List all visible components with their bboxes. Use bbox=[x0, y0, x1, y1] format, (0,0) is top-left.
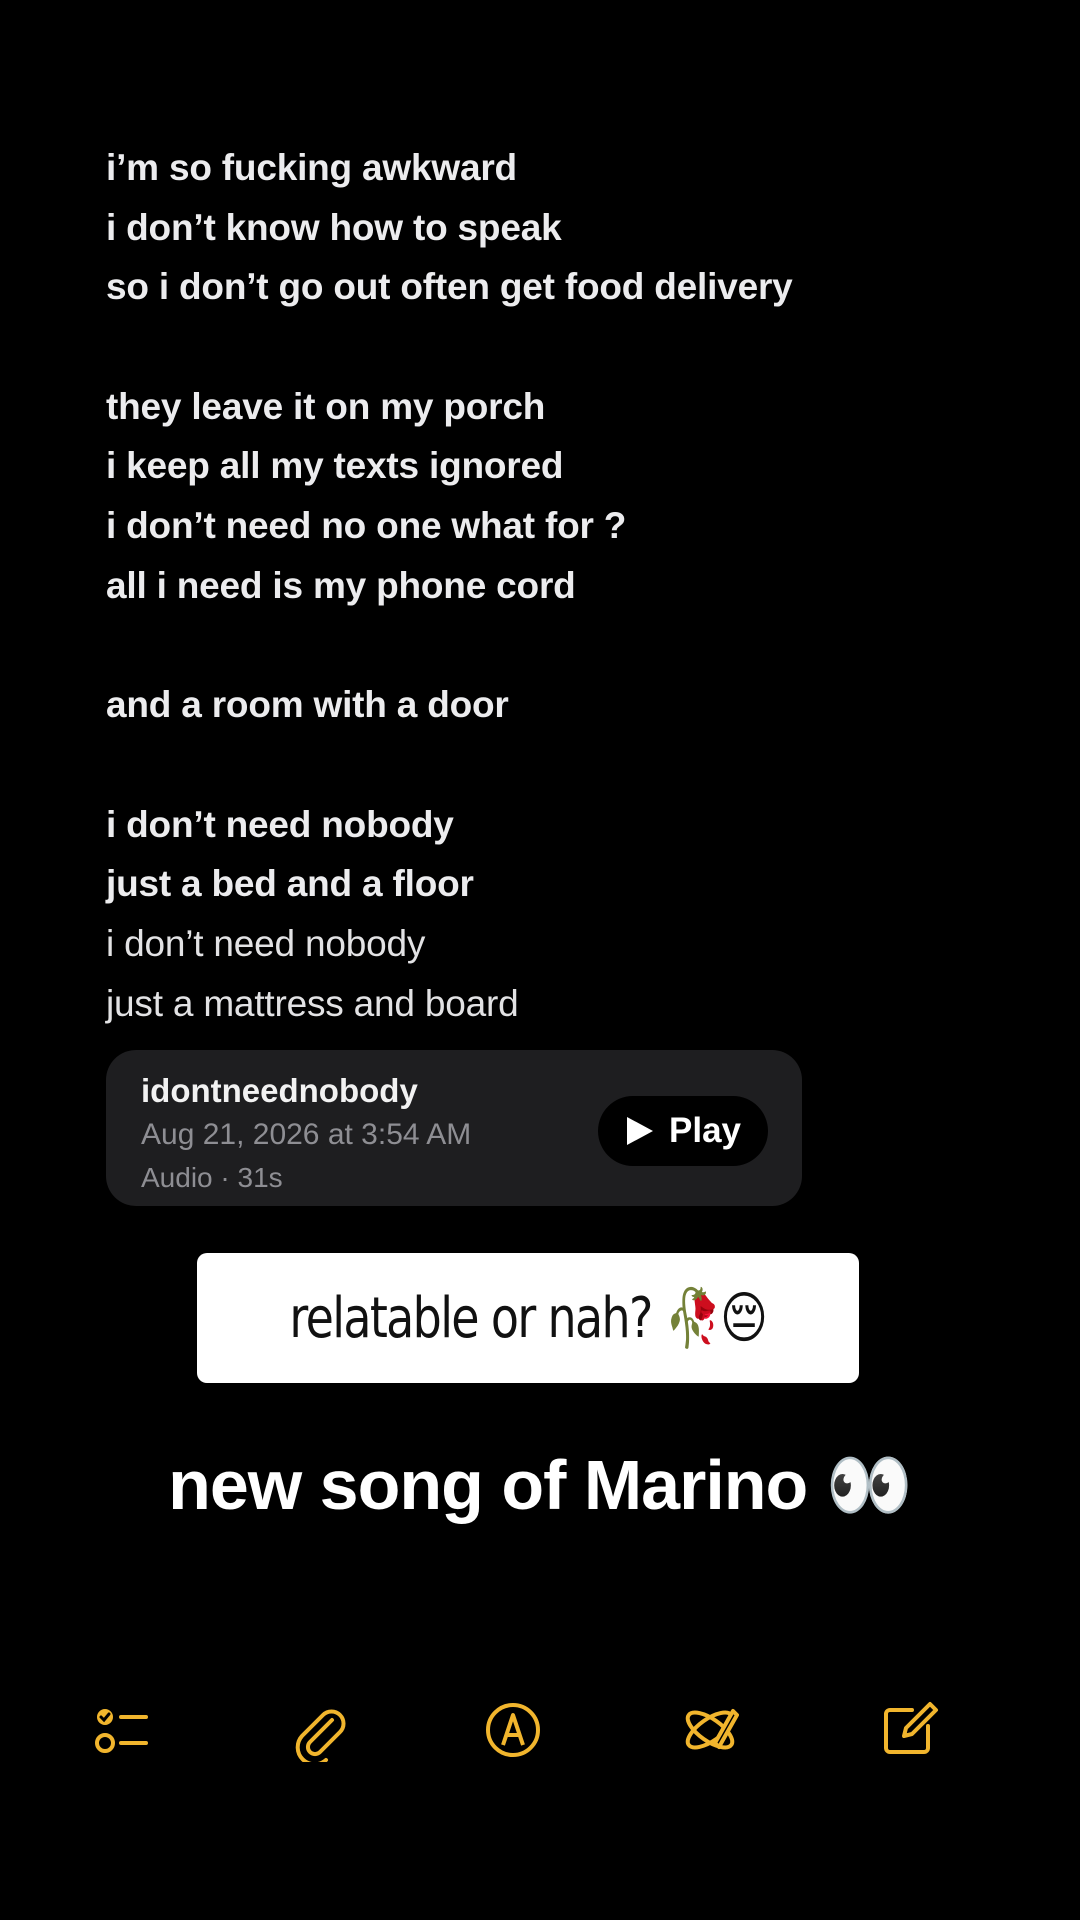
lyric-line: i don’t need nobody bbox=[106, 803, 454, 845]
note-body[interactable]: i’m so fucking awkward i don’t know how … bbox=[106, 138, 1006, 1033]
lyric-line: i keep all my texts ignored bbox=[106, 445, 564, 487]
audio-meta: Audio · 31s bbox=[141, 1162, 283, 1193]
attachment-button[interactable] bbox=[280, 1690, 360, 1770]
lyric-line-blank bbox=[106, 317, 1006, 377]
audio-title: idontneednobody bbox=[141, 1072, 418, 1109]
lyric-line: i’m so fucking awkward bbox=[106, 147, 517, 188]
caption-sticker: relatable or nah? 🥀😔 bbox=[197, 1253, 859, 1383]
lyric-line-blank bbox=[106, 735, 1006, 795]
compose-icon bbox=[876, 1698, 940, 1762]
lyric-line: just a bed and a floor bbox=[106, 863, 474, 905]
lyric-line: just a mattress and board bbox=[106, 982, 519, 1024]
lyric-line: and a room with a door bbox=[106, 684, 509, 726]
lyric-line: all i need is my phone cord bbox=[106, 564, 576, 606]
play-button[interactable]: Play bbox=[598, 1096, 768, 1166]
play-label: Play bbox=[669, 1111, 741, 1150]
paperclip-icon bbox=[288, 1698, 352, 1762]
audio-date: Aug 21, 2026 at 3:54 AM bbox=[141, 1118, 472, 1151]
checklist-icon bbox=[90, 1698, 154, 1762]
markup-pen-icon bbox=[481, 1698, 545, 1762]
lyric-line: so i don’t go out often get food deliver… bbox=[106, 266, 793, 308]
writing-tools-button[interactable] bbox=[670, 1690, 750, 1770]
checklist-button[interactable] bbox=[82, 1690, 162, 1770]
lyric-line: i don’t need nobody bbox=[106, 922, 426, 964]
overlay-caption: new song of Marino 👀 bbox=[168, 1446, 913, 1524]
bottom-toolbar bbox=[0, 1690, 1080, 1770]
lyric-line: i don’t need no one what for ? bbox=[106, 505, 627, 547]
lyric-line: they leave it on my porch bbox=[106, 385, 546, 427]
caption-text: relatable or nah? 🥀😔 bbox=[289, 1286, 768, 1351]
apple-intelligence-writing-icon bbox=[677, 1697, 743, 1763]
play-icon bbox=[625, 1115, 655, 1147]
lyric-line-blank bbox=[106, 616, 1006, 676]
markup-button[interactable] bbox=[473, 1690, 553, 1770]
compose-button[interactable] bbox=[868, 1690, 948, 1770]
lyric-line: i don’t know how to speak bbox=[106, 206, 562, 248]
audio-attachment-card[interactable]: idontneednobody Aug 21, 2026 at 3:54 AM … bbox=[106, 1050, 802, 1206]
